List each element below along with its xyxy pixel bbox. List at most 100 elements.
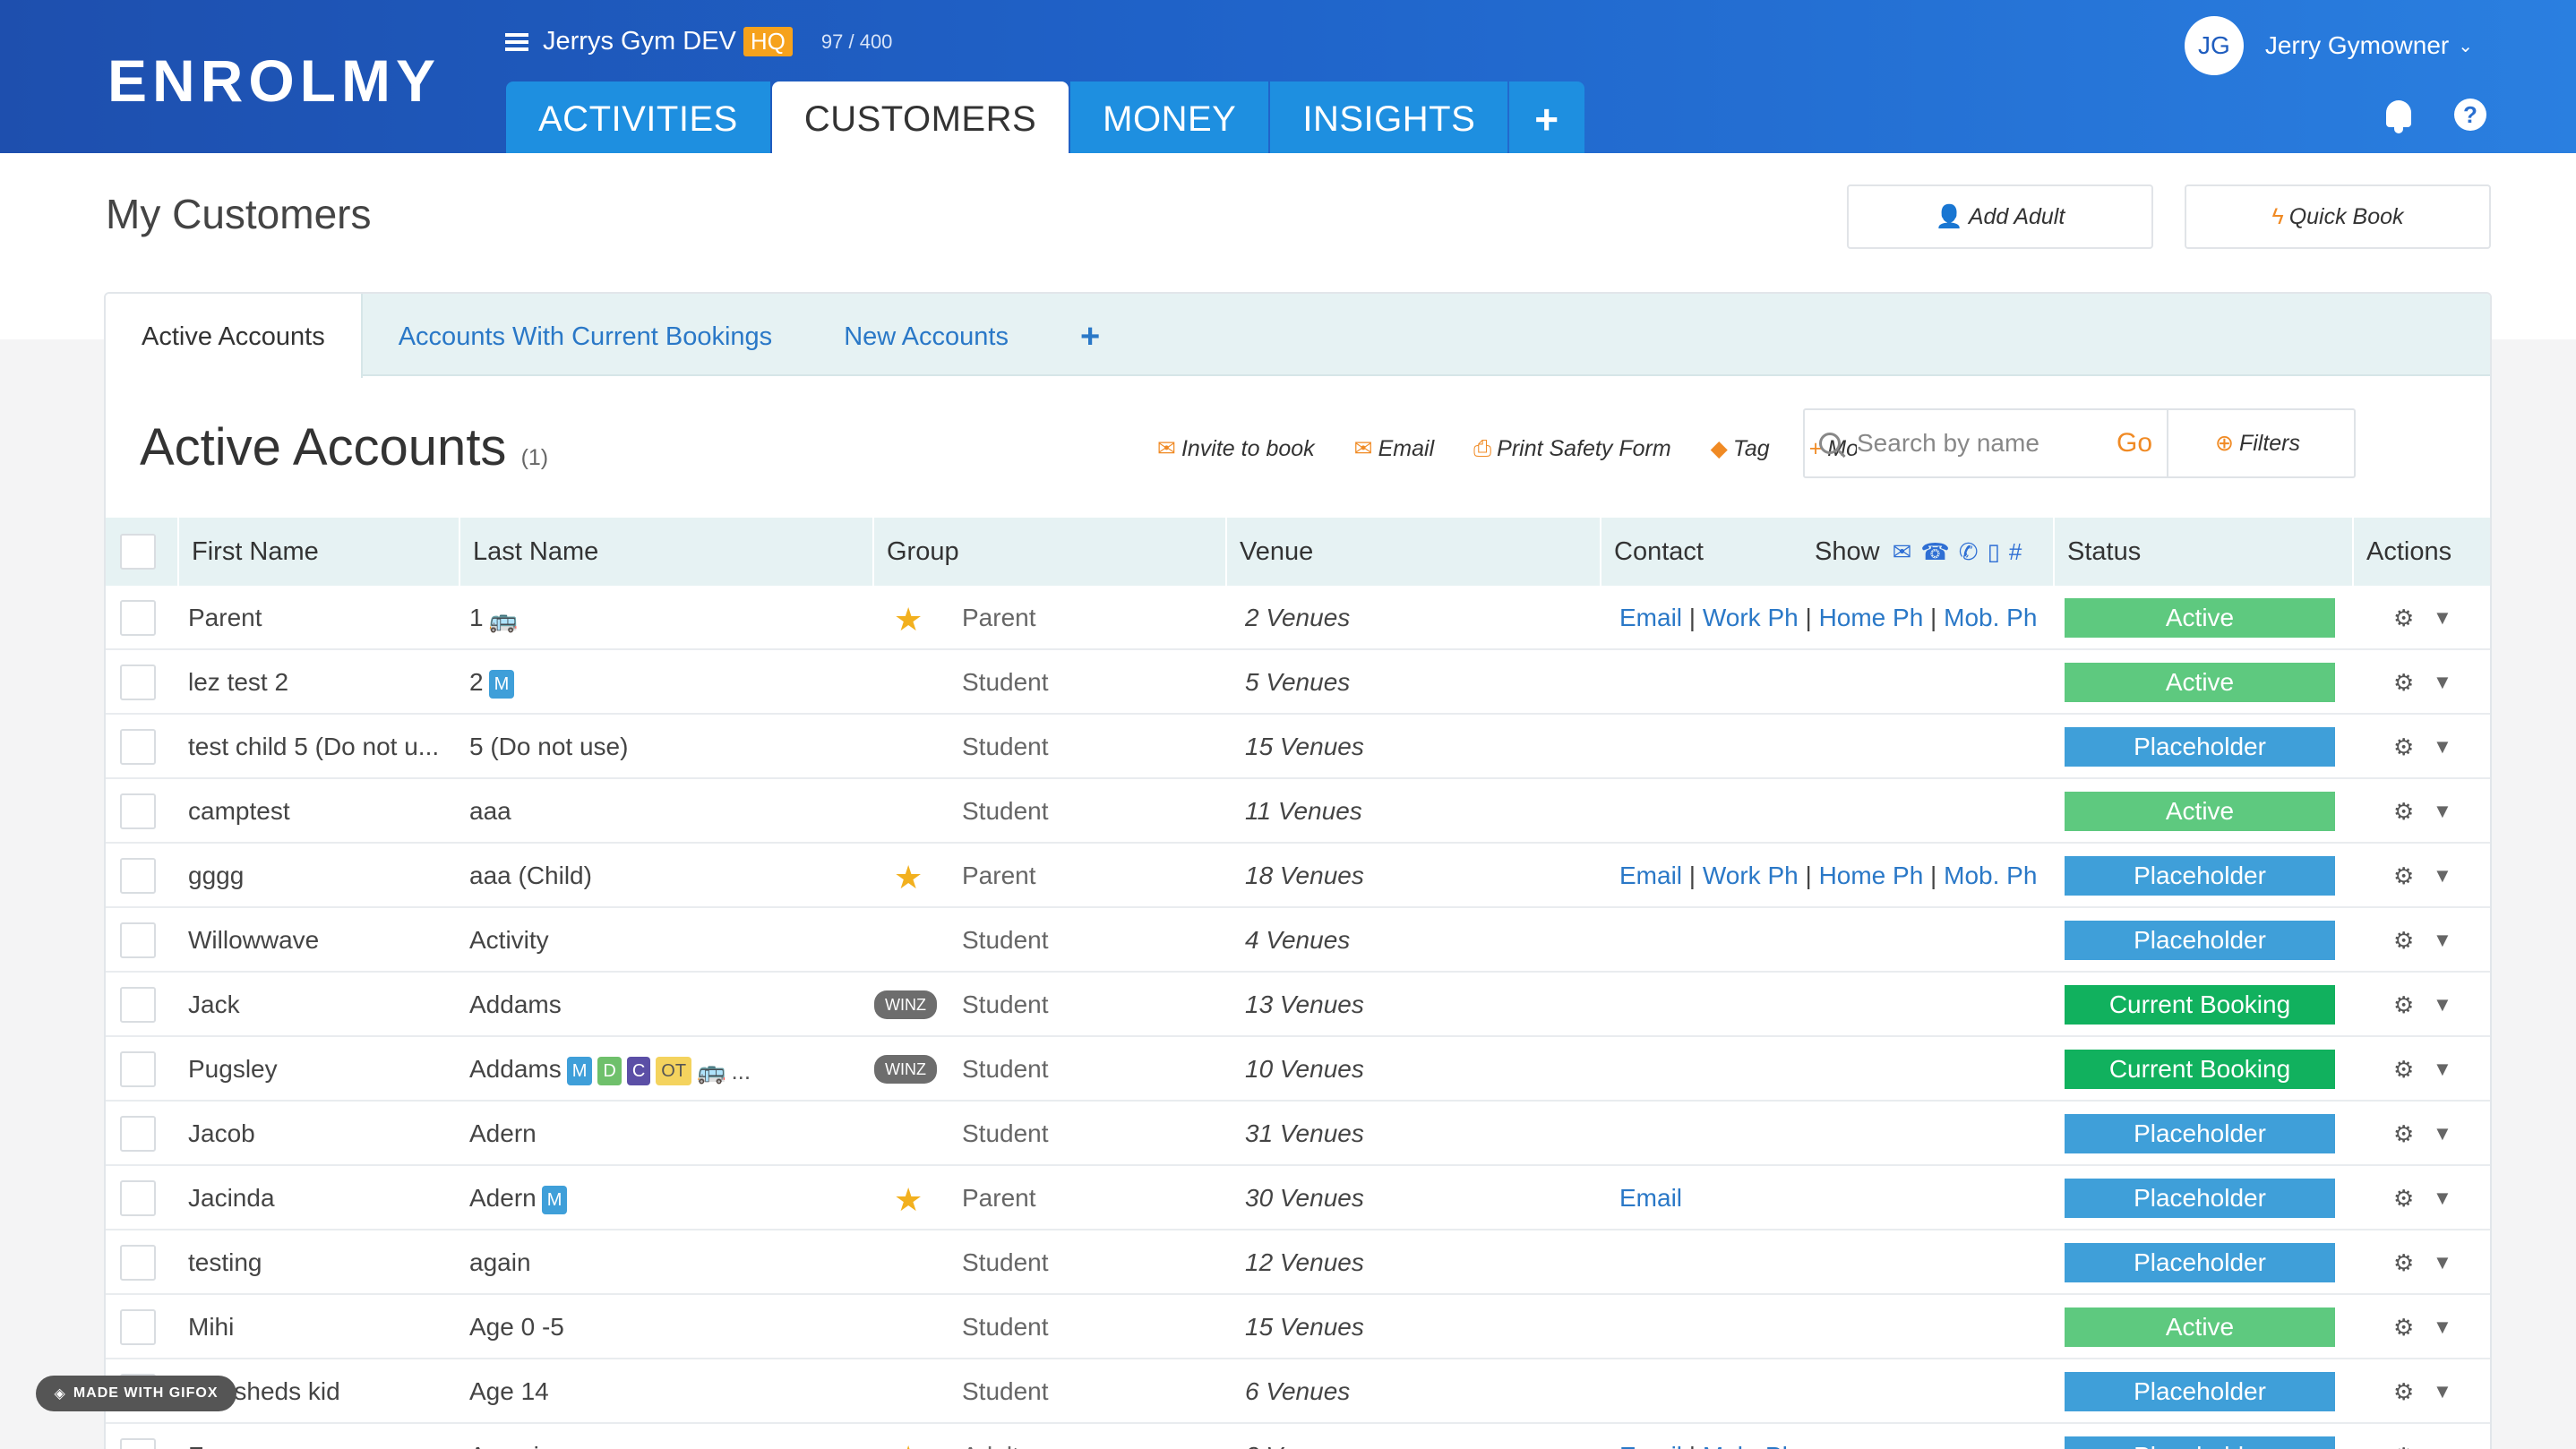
gear-icon[interactable]: ⚙	[2393, 1166, 2414, 1230]
bell-icon[interactable]	[2383, 99, 2415, 134]
contact-link[interactable]: Mob. Ph	[1944, 862, 2037, 889]
contact-link[interactable]: Email	[1619, 1442, 1682, 1449]
row-checkbox[interactable]	[120, 793, 156, 829]
contact-link[interactable]: Home Ph	[1819, 604, 1924, 631]
row-checkbox[interactable]	[120, 987, 156, 1023]
last-name-cell[interactable]: aaa (Child)	[469, 844, 872, 908]
venue-cell[interactable]: 5 Venues	[1245, 650, 1585, 715]
chevron-down-icon[interactable]: ▼	[2433, 715, 2452, 779]
contact-link[interactable]: Email	[1619, 604, 1682, 631]
venue-cell[interactable]: 15 Venues	[1245, 1295, 1585, 1359]
col-venue[interactable]: Venue	[1225, 518, 1600, 586]
chevron-down-icon[interactable]: ▼	[2433, 779, 2452, 844]
last-name-cell[interactable]: Activity	[469, 908, 872, 973]
chevron-down-icon[interactable]: ▼	[2433, 1424, 2452, 1449]
gear-icon[interactable]: ⚙	[2393, 844, 2414, 908]
table-row[interactable]: test child 5 (Do not u... 5 (Do not use) S…	[106, 715, 2490, 779]
nav-tab-insights[interactable]: INSIGHTS	[1270, 81, 1508, 153]
tab-current-bookings[interactable]: Accounts With Current Bookings	[363, 294, 808, 376]
user-name[interactable]: Jerry Gymowner	[2265, 31, 2449, 60]
first-name-cell[interactable]: testing	[188, 1230, 457, 1295]
col-last-name[interactable]: Last Name	[459, 518, 885, 586]
venue-cell[interactable]: 4 Venues	[1245, 908, 1585, 973]
envelope-icon[interactable]: ✉	[1893, 518, 1912, 586]
chevron-down-icon[interactable]: ▼	[2433, 1295, 2452, 1359]
last-name-cell[interactable]: aaa	[469, 779, 872, 844]
contact-link[interactable]: Email	[1619, 862, 1682, 889]
first-name-cell[interactable]: Jacob	[188, 1102, 457, 1166]
last-name-cell[interactable]: Adern M	[469, 1166, 872, 1230]
chevron-down-icon[interactable]: ▼	[2433, 908, 2452, 973]
contact-link[interactable]: Home Ph	[1819, 862, 1924, 889]
select-all-checkbox[interactable]	[120, 534, 156, 570]
last-name-cell[interactable]: 2M	[469, 650, 872, 715]
invite-to-book-button[interactable]: ✉ Invite to book	[1157, 435, 1315, 462]
venue-cell[interactable]: 2 Venues	[1245, 586, 1585, 650]
first-name-cell[interactable]: Jacinda	[188, 1166, 457, 1230]
row-checkbox[interactable]	[120, 1180, 156, 1216]
gear-icon[interactable]: ⚙	[2393, 1295, 2414, 1359]
print-safety-form-button[interactable]: ⎙ Print Safety Form	[1473, 435, 1671, 462]
table-row[interactable]: Willowwave Activity Student 4 Venues Placeho…	[106, 908, 2490, 973]
chevron-down-icon[interactable]: ▼	[2433, 973, 2452, 1037]
venue-cell[interactable]: 31 Venues	[1245, 1102, 1585, 1166]
tab-new-accounts[interactable]: New Accounts	[808, 294, 1044, 376]
user-menu[interactable]: JG Jerry Gymowner ⌄	[2184, 16, 2473, 75]
tag-button[interactable]: ◆ Tag	[1711, 435, 1770, 462]
row-checkbox[interactable]	[120, 1438, 156, 1449]
contact-link[interactable]: Email	[1619, 1184, 1682, 1212]
first-name-cell[interactable]: camptest	[188, 779, 457, 844]
venue-cell[interactable]: 3 Venues	[1245, 1424, 1585, 1449]
contact-link[interactable]: Work Ph	[1703, 604, 1799, 631]
first-name-cell[interactable]: Willowwave	[188, 908, 457, 973]
row-checkbox[interactable]	[120, 1309, 156, 1345]
row-checkbox[interactable]	[120, 1245, 156, 1281]
row-checkbox[interactable]	[120, 729, 156, 765]
phone-icon[interactable]: ✆	[1959, 518, 1979, 586]
venue-cell[interactable]: 13 Venues	[1245, 973, 1585, 1037]
row-checkbox[interactable]	[120, 600, 156, 636]
nav-tab-activities[interactable]: ACTIVITIES	[506, 81, 770, 153]
gear-icon[interactable]: ⚙	[2393, 1230, 2414, 1295]
last-name-cell[interactable]: Age 0 -5	[469, 1295, 872, 1359]
table-row[interactable]: Toolsheds kid Age 14 Student 6 Venues Placeh…	[106, 1359, 2490, 1424]
gear-icon[interactable]: ⚙	[2393, 1359, 2414, 1424]
chevron-down-icon[interactable]: ▼	[2433, 1359, 2452, 1424]
venue-cell[interactable]: 6 Venues	[1245, 1359, 1585, 1424]
add-adult-button[interactable]: 👤 Add Adult	[1847, 184, 2153, 249]
chevron-down-icon[interactable]: ▼	[2433, 1102, 2452, 1166]
last-name-cell[interactable]: 5 (Do not use)	[469, 715, 872, 779]
gear-icon[interactable]: ⚙	[2393, 586, 2414, 650]
chevron-down-icon[interactable]: ▼	[2433, 844, 2452, 908]
table-row[interactable]: Parent 1 🚌 ★ Parent 2 Venues Email | Work Ph |…	[106, 586, 2490, 650]
tab-active-accounts[interactable]: Active Accounts	[106, 294, 363, 378]
gear-icon[interactable]: ⚙	[2393, 908, 2414, 973]
col-group[interactable]: Group	[872, 518, 1168, 586]
org-switcher[interactable]: Jerrys Gym DEV HQ 97 / 400	[505, 27, 892, 56]
row-checkbox[interactable]	[120, 922, 156, 958]
table-row[interactable]: lez test 2 2 M Student 5 Venues Active ⚙ ▼	[106, 650, 2490, 715]
gear-icon[interactable]: ⚙	[2393, 1102, 2414, 1166]
help-icon[interactable]: ?	[2454, 99, 2486, 131]
nav-tab-customers[interactable]: CUSTOMERS	[771, 81, 1069, 153]
row-checkbox[interactable]	[120, 858, 156, 894]
table-row[interactable]: Fuse Amazing ★ Adult 3 Venues Email | Mob. Ph…	[106, 1424, 2490, 1449]
first-name-cell[interactable]: Mihi	[188, 1295, 457, 1359]
chevron-down-icon[interactable]: ▼	[2433, 1166, 2452, 1230]
gear-icon[interactable]: ⚙	[2393, 1037, 2414, 1102]
contact-link[interactable]: Mob. Ph	[1703, 1442, 1796, 1449]
first-name-cell[interactable]: lez test 2	[188, 650, 457, 715]
first-name-cell[interactable]: test child 5 (Do not u...	[188, 715, 457, 779]
last-name-cell[interactable]: Adern	[469, 1102, 872, 1166]
last-name-cell[interactable]: Age 14	[469, 1359, 872, 1424]
nav-add-button[interactable]: +	[1509, 81, 1584, 153]
gear-icon[interactable]: ⚙	[2393, 779, 2414, 844]
hamburger-menu-icon[interactable]	[505, 32, 528, 51]
quick-book-button[interactable]: ϟ Quick Book	[2185, 184, 2491, 249]
first-name-cell[interactable]: Fuse	[188, 1424, 457, 1449]
email-button[interactable]: ✉ Email	[1354, 435, 1434, 462]
contact-link[interactable]: Mob. Ph	[1944, 604, 2037, 631]
row-checkbox[interactable]	[120, 1116, 156, 1152]
hash-icon[interactable]: #	[2009, 518, 2022, 586]
last-name-cell[interactable]: Amazing	[469, 1424, 872, 1449]
